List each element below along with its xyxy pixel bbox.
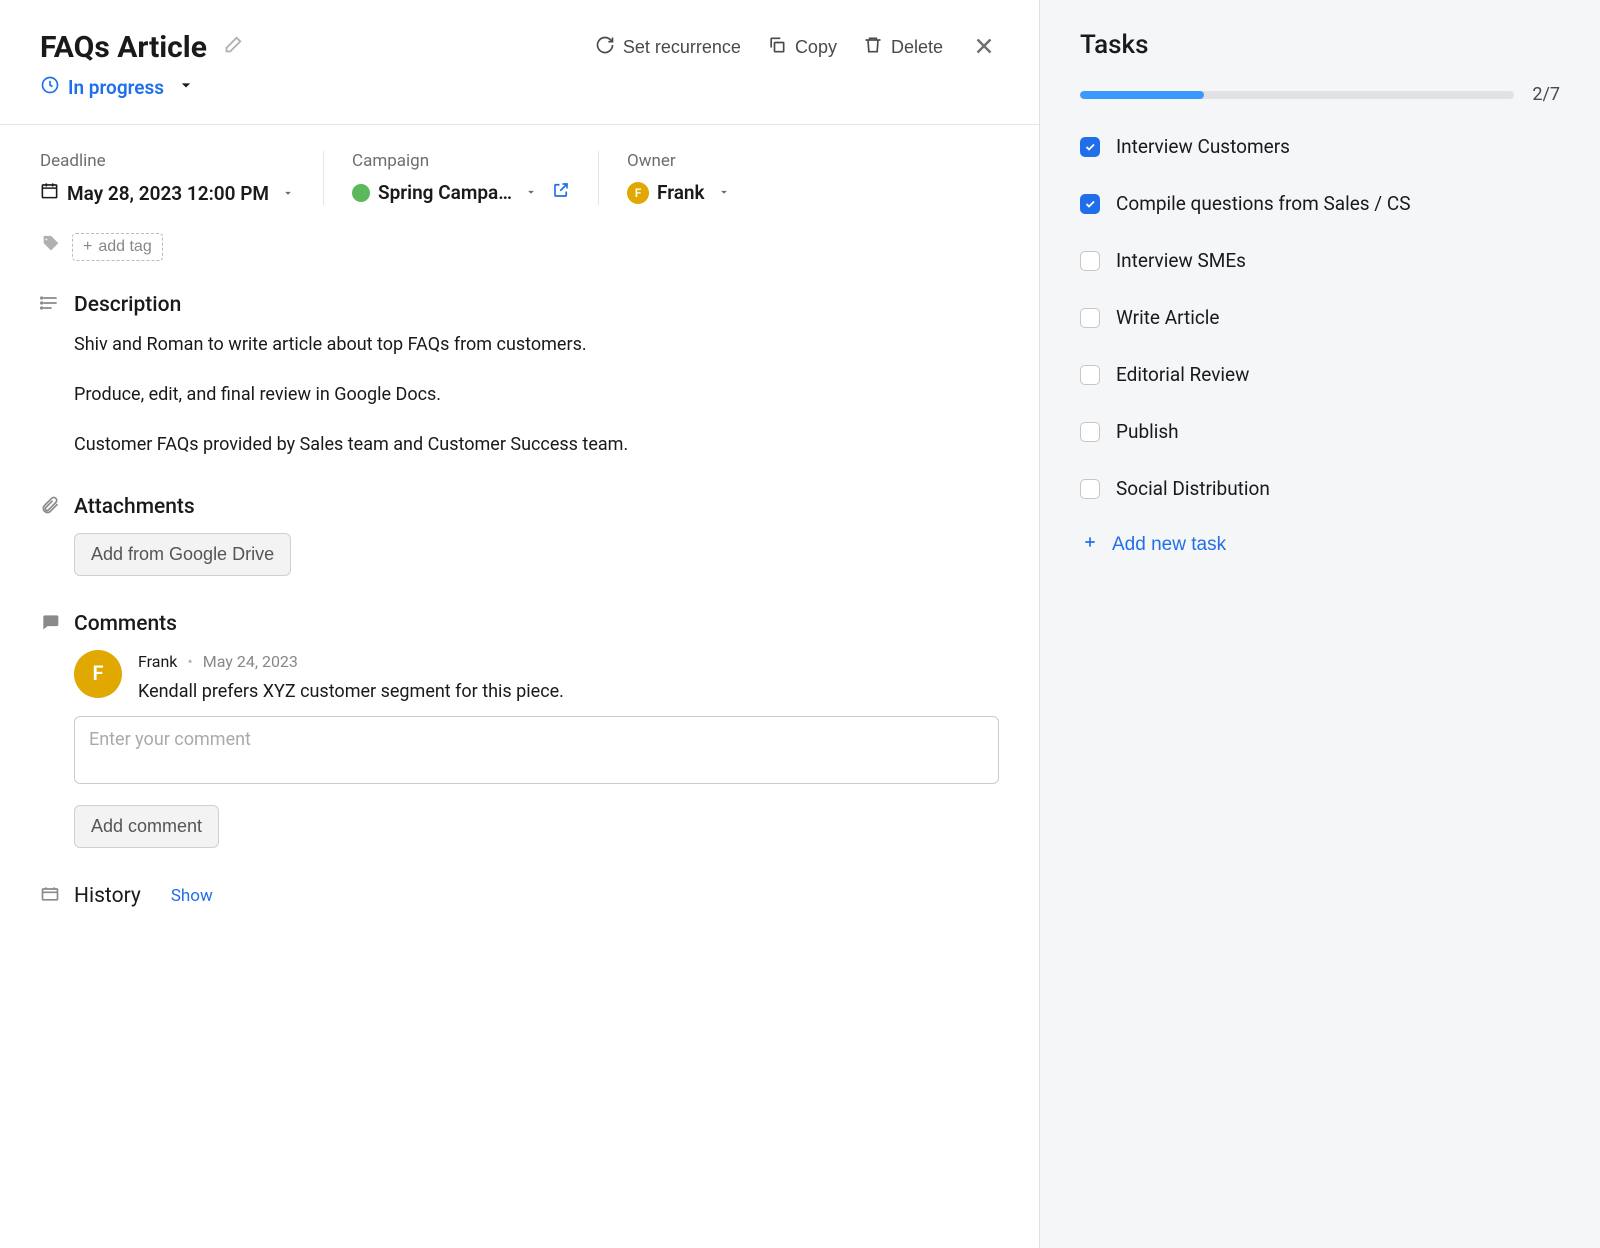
task-item[interactable]: Write Article (1080, 306, 1560, 329)
campaign-dropdown[interactable]: Spring Campa… (352, 181, 570, 204)
comment-icon (40, 612, 60, 636)
clock-icon (40, 75, 60, 100)
page-title: FAQs Article (40, 30, 207, 65)
copy-icon (767, 35, 787, 60)
deadline-dropdown[interactable]: May 28, 2023 12:00 PM (40, 181, 295, 205)
plus-icon (1082, 534, 1098, 556)
task-checkbox[interactable] (1080, 365, 1100, 385)
set-recurrence-button[interactable]: Set recurrence (595, 35, 741, 60)
paperclip-icon (40, 495, 60, 519)
owner-dropdown[interactable]: F Frank (627, 181, 731, 204)
history-show-link[interactable]: Show (171, 886, 213, 906)
add-comment-button[interactable]: Add comment (74, 805, 219, 848)
task-label: Social Distribution (1116, 477, 1270, 500)
copy-button[interactable]: Copy (767, 35, 837, 60)
task-checkbox[interactable] (1080, 251, 1100, 271)
tasks-progress-text: 2/7 (1532, 84, 1560, 105)
campaign-label: Campaign (352, 151, 570, 171)
attachments-title: Attachments (74, 495, 195, 519)
delete-label: Delete (891, 37, 943, 58)
deadline-value: May 28, 2023 12:00 PM (67, 182, 269, 205)
add-tag-button[interactable]: + add tag (72, 233, 163, 261)
campaign-color-dot (352, 184, 370, 202)
task-item[interactable]: Compile questions from Sales / CS (1080, 192, 1560, 215)
deadline-label: Deadline (40, 151, 295, 171)
task-label: Write Article (1116, 306, 1220, 329)
chevron-down-icon (281, 182, 295, 205)
task-item[interactable]: Interview Customers (1080, 135, 1560, 158)
owner-value: Frank (657, 181, 705, 204)
delete-button[interactable]: Delete (863, 35, 943, 60)
chevron-down-icon (524, 181, 538, 204)
chevron-down-icon (176, 75, 196, 100)
history-title: History (74, 884, 141, 908)
task-label: Interview SMEs (1116, 249, 1246, 272)
description-icon (40, 293, 60, 317)
comments-title: Comments (74, 612, 177, 636)
task-label: Publish (1116, 420, 1179, 443)
task-label: Editorial Review (1116, 363, 1249, 386)
task-item[interactable]: Editorial Review (1080, 363, 1560, 386)
divider (0, 124, 1039, 125)
calendar-icon (40, 181, 59, 205)
trash-icon (863, 35, 883, 60)
task-label: Interview Customers (1116, 135, 1290, 158)
comment-author: Frank (138, 652, 177, 671)
comment-input[interactable] (74, 716, 999, 784)
comment-avatar: F (74, 650, 122, 698)
task-item[interactable]: Social Distribution (1080, 477, 1560, 500)
owner-avatar: F (627, 182, 649, 204)
task-checkbox[interactable] (1080, 422, 1100, 442)
tag-icon (40, 234, 62, 260)
task-item[interactable]: Interview SMEs (1080, 249, 1560, 272)
status-dropdown[interactable]: In progress (40, 75, 999, 100)
add-from-drive-button[interactable]: Add from Google Drive (74, 533, 291, 576)
copy-label: Copy (795, 37, 837, 58)
plus-icon: + (83, 238, 92, 256)
edit-icon[interactable] (221, 35, 243, 61)
status-label: In progress (68, 76, 164, 99)
comment-text: Kendall prefers XYZ customer segment for… (138, 678, 999, 706)
task-checkbox[interactable] (1080, 137, 1100, 157)
close-icon[interactable] (969, 31, 999, 65)
task-checkbox[interactable] (1080, 479, 1100, 499)
task-checkbox[interactable] (1080, 194, 1100, 214)
tasks-title: Tasks (1080, 30, 1560, 60)
description-body: Shiv and Roman to write article about to… (40, 331, 999, 459)
add-new-task-label: Add new task (1112, 534, 1226, 556)
tasks-progress-bar (1080, 91, 1514, 99)
add-new-task-button[interactable]: Add new task (1080, 534, 1226, 556)
chevron-down-icon (717, 181, 731, 204)
task-checkbox[interactable] (1080, 308, 1100, 328)
separator: • (187, 652, 192, 671)
add-tag-label: add tag (98, 238, 151, 256)
history-icon (40, 884, 60, 908)
external-link-icon[interactable] (552, 181, 570, 204)
comment-date: May 24, 2023 (203, 652, 298, 671)
task-label: Compile questions from Sales / CS (1116, 192, 1411, 215)
task-item[interactable]: Publish (1080, 420, 1560, 443)
owner-label: Owner (627, 151, 731, 171)
description-title: Description (74, 293, 181, 317)
recurrence-icon (595, 35, 615, 60)
set-recurrence-label: Set recurrence (623, 37, 741, 58)
campaign-value: Spring Campa… (378, 181, 512, 204)
